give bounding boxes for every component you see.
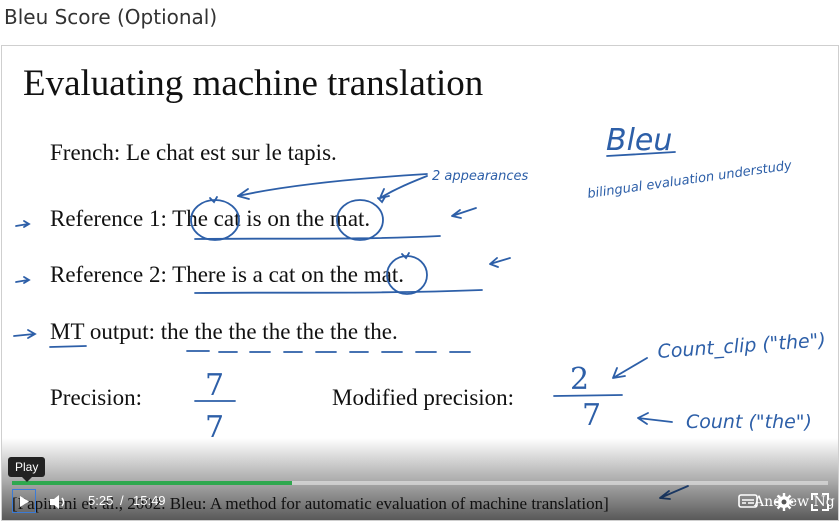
video-player[interactable]: Evaluating machine translation French: L…	[1, 45, 839, 521]
settings-button[interactable]	[774, 492, 794, 517]
lecture-slide: Evaluating machine translation French: L…	[2, 46, 838, 520]
captions-icon	[738, 494, 758, 508]
handwriting-bilingual: bilingual evaluation understudy	[586, 158, 793, 202]
handwriting-count: Count ("the")	[686, 411, 812, 433]
fullscreen-icon	[811, 493, 829, 511]
handwriting-count-clip: Count_clip ("the")	[657, 329, 827, 363]
play-tooltip: Play	[8, 457, 46, 482]
volume-button[interactable]	[48, 492, 68, 517]
handwriting-appearances: 2 appearances	[432, 169, 529, 184]
fullscreen-button[interactable]	[810, 492, 830, 517]
play-button[interactable]	[12, 489, 36, 513]
time-separator: /	[120, 493, 124, 508]
progress-bar[interactable]	[12, 481, 828, 485]
handwriting-annotations: Bleu bilingual evaluation understudy 2 a…	[13, 123, 827, 500]
settings-icon	[775, 493, 793, 511]
handwriting-bleu: Bleu	[606, 123, 672, 158]
page-title: Bleu Score (Optional)	[4, 5, 218, 29]
captions-button[interactable]	[738, 492, 758, 515]
progress-fill	[12, 481, 292, 485]
volume-icon	[50, 495, 65, 509]
current-time: 5:25	[88, 493, 114, 508]
duration: 15:49	[133, 493, 166, 508]
play-icon	[20, 495, 29, 507]
